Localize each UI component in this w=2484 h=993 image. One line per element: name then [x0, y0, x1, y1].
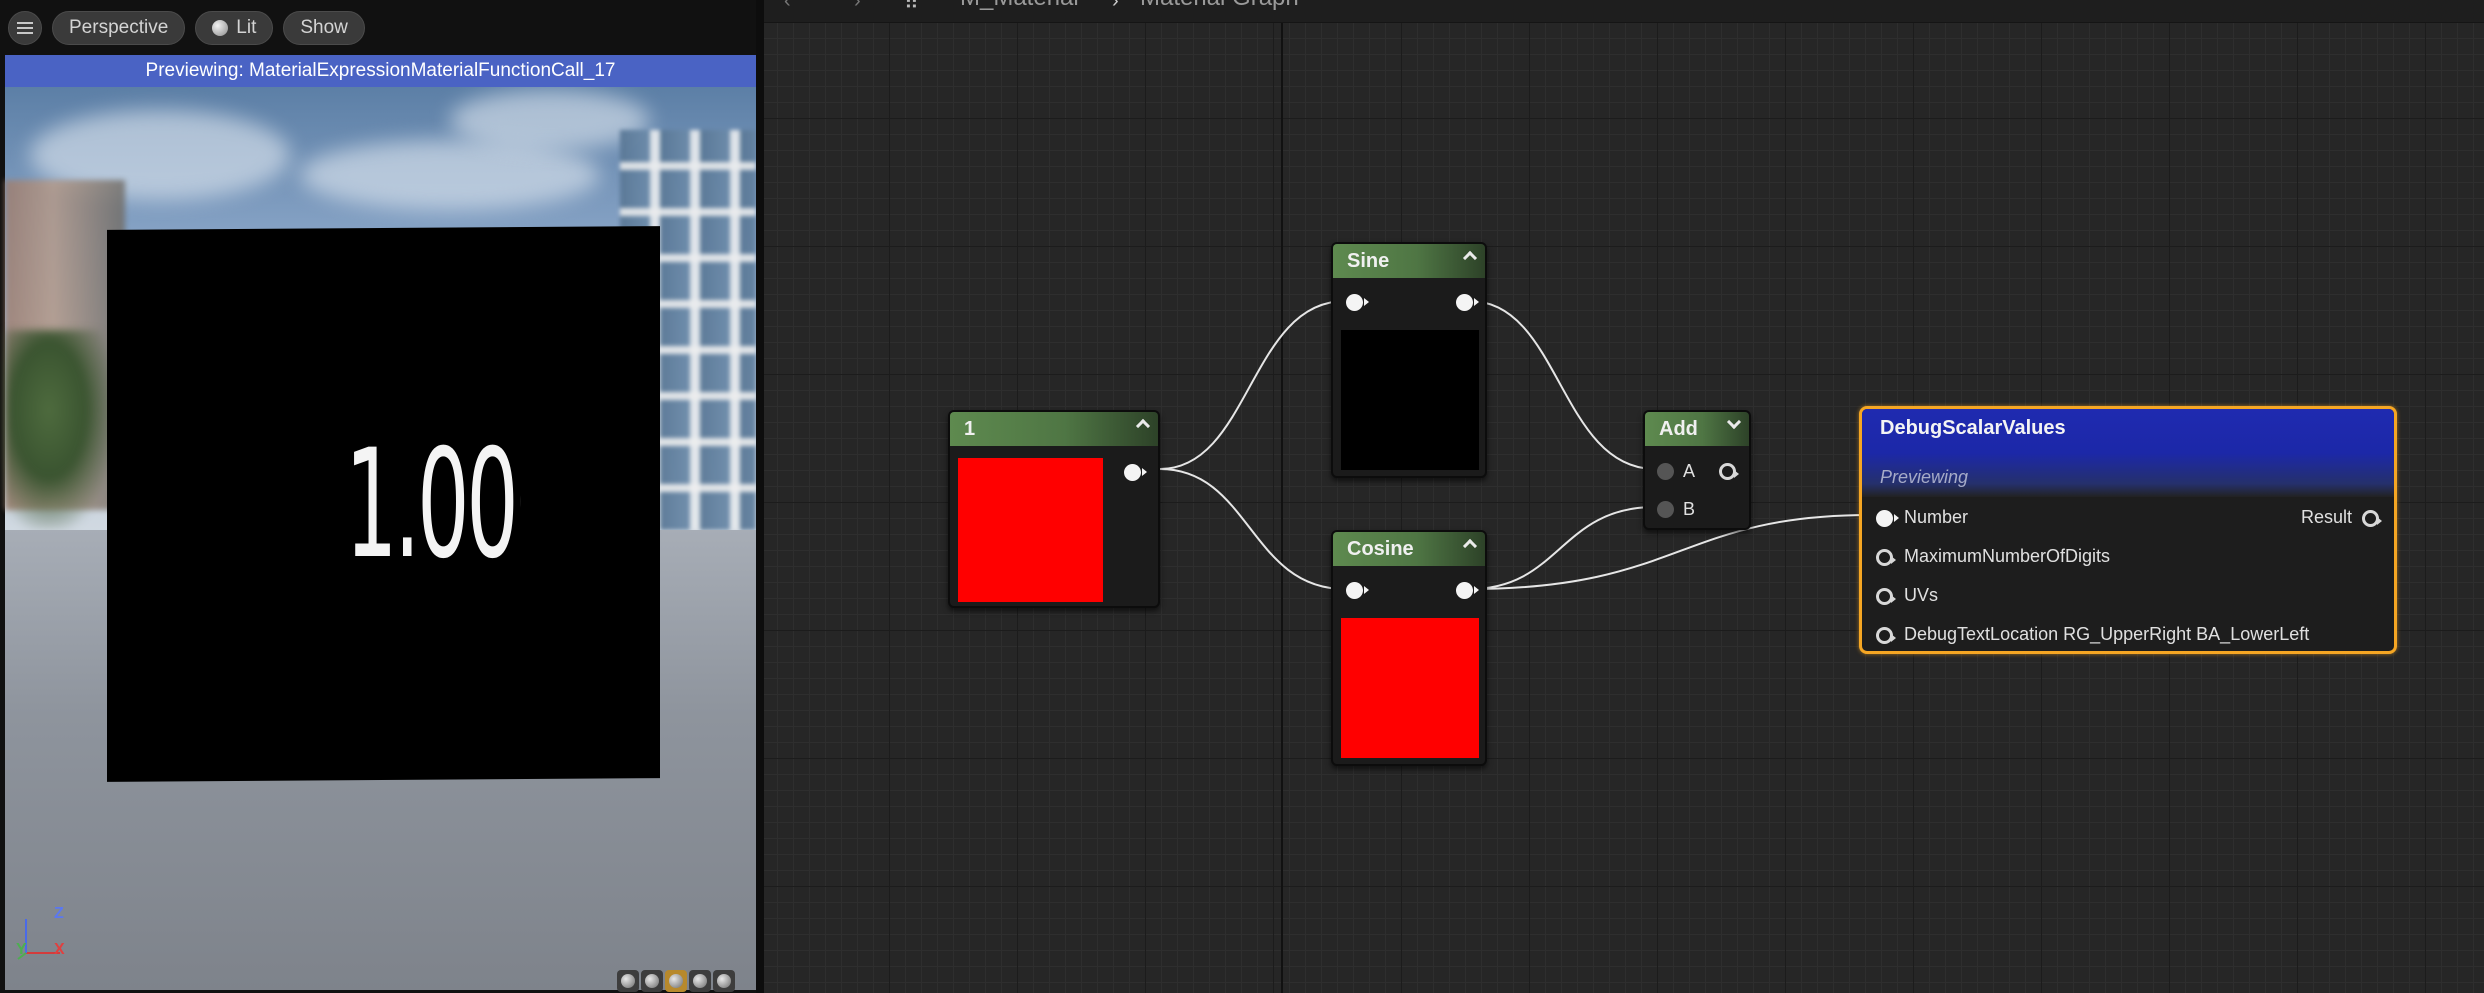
cube-icon	[693, 974, 707, 988]
debug-input-number-pin[interactable]	[1876, 510, 1899, 527]
hamburger-icon	[17, 22, 33, 34]
panel-splitter[interactable]	[756, 0, 764, 993]
breadcrumb-asset[interactable]: M_Material	[960, 0, 1079, 12]
constant-preview-swatch	[958, 458, 1103, 602]
sine-node[interactable]: Sine	[1331, 242, 1487, 478]
previewing-banner: Previewing: MaterialExpressionMaterialFu…	[5, 55, 756, 87]
cosine-output-pin[interactable]	[1456, 582, 1479, 599]
breadcrumb-graph[interactable]: Material Graph	[1140, 0, 1299, 12]
add-node-header[interactable]: Add	[1645, 412, 1749, 446]
sphere-icon	[645, 974, 659, 988]
axis-gizmo: Z Y X	[14, 905, 74, 965]
debug-node-title: DebugScalarValues	[1880, 417, 2066, 439]
constant-node-header[interactable]: 1	[950, 412, 1158, 446]
forward-arrow-icon[interactable]: ›	[854, 0, 861, 13]
cylinder-shape-button[interactable]	[617, 970, 639, 992]
back-arrow-icon[interactable]: ‹	[784, 0, 791, 13]
collapse-chevron-icon[interactable]	[1462, 250, 1478, 266]
sphere-shape-button[interactable]	[641, 970, 663, 992]
add-output-pin[interactable]	[1719, 463, 1739, 480]
debug-scalar-values-node[interactable]: DebugScalarValues Previewing Number Resu…	[1859, 406, 2397, 654]
cosine-preview-swatch	[1341, 618, 1479, 758]
constant-node[interactable]: 1	[948, 410, 1160, 608]
sine-input-pin[interactable]	[1346, 294, 1369, 311]
axis-z-label: Z	[54, 905, 64, 922]
add-input-b-label: B	[1683, 499, 1696, 519]
plane-shape-button[interactable]	[665, 970, 687, 992]
collapse-chevron-icon[interactable]	[1135, 418, 1151, 434]
perspective-button[interactable]: Perspective	[52, 11, 186, 45]
plane-icon	[669, 974, 683, 988]
collapse-chevron-icon[interactable]	[1462, 538, 1478, 554]
cloud	[300, 140, 600, 210]
lit-label: Lit	[236, 17, 257, 38]
debug-node-previewing: Previewing	[1880, 467, 1969, 487]
teapot-icon	[717, 974, 731, 988]
cosine-node-header[interactable]: Cosine	[1333, 532, 1485, 566]
teapot-shape-button[interactable]	[713, 970, 735, 992]
show-button[interactable]: Show	[283, 11, 365, 45]
constant-output-pin[interactable]	[1124, 464, 1147, 481]
debug-input-location-pin[interactable]	[1876, 627, 1896, 644]
perspective-label: Perspective	[69, 17, 169, 38]
breadcrumb: ‹ › ⠿ M_Material › Material Graph	[764, 0, 2484, 23]
debug-output-result-label: Result	[2301, 507, 2353, 527]
cylinder-icon	[621, 974, 635, 988]
debug-input-location-label: DebugTextLocation RG_UpperRight BA_Lower…	[1904, 624, 2310, 644]
axis-x-label: X	[54, 941, 65, 958]
preview-debug-number: 1.0000006	[345, 418, 521, 592]
debug-input-uvs-label: UVs	[1904, 585, 1939, 605]
cosine-node[interactable]: Cosine	[1331, 530, 1487, 766]
constant-node-title: 1	[964, 418, 976, 440]
expand-chevron-icon[interactable]	[1726, 414, 1742, 430]
lit-sphere-icon	[212, 20, 229, 36]
cosine-node-title: Cosine	[1347, 538, 1414, 560]
add-input-b-pin[interactable]	[1657, 501, 1674, 518]
sine-node-title: Sine	[1347, 250, 1390, 272]
add-input-a-pin[interactable]	[1657, 463, 1674, 480]
cube-shape-button[interactable]	[689, 970, 711, 992]
breadcrumb-separator-icon: ›	[1112, 0, 1119, 12]
add-node-title: Add	[1659, 418, 1698, 440]
debug-input-uvs-pin[interactable]	[1876, 588, 1896, 605]
graph-icon: ⠿	[904, 0, 919, 14]
debug-input-number-label: Number	[1904, 507, 1969, 527]
material-editor: 1.0000006 Perspective Lit Show Previewin…	[0, 0, 2484, 993]
add-node[interactable]: Add A B	[1643, 410, 1751, 530]
viewport-menu-button[interactable]	[8, 11, 42, 45]
graph-origin-line	[1281, 0, 1283, 993]
sine-preview-swatch	[1341, 330, 1479, 470]
add-input-a-label: A	[1683, 461, 1696, 481]
show-label: Show	[300, 17, 348, 38]
axis-y-label: Y	[16, 941, 27, 958]
debug-node-header[interactable]: DebugScalarValues Previewing	[1862, 409, 2394, 497]
preview-viewport[interactable]: 1.0000006 Perspective Lit Show Previewin…	[0, 0, 760, 993]
debug-input-digits-pin[interactable]	[1876, 549, 1896, 566]
debug-input-digits-label: MaximumNumberOfDigits	[1904, 546, 2111, 566]
sine-node-header[interactable]: Sine	[1333, 244, 1485, 278]
viewport-toolbar: Perspective Lit Show	[8, 10, 365, 46]
cosine-input-pin[interactable]	[1346, 582, 1369, 599]
sine-output-pin[interactable]	[1456, 294, 1479, 311]
preview-shape-bar	[617, 970, 735, 992]
lit-button[interactable]: Lit	[195, 11, 274, 45]
debug-output-result-pin[interactable]	[2362, 510, 2382, 527]
background-trees	[5, 330, 115, 530]
